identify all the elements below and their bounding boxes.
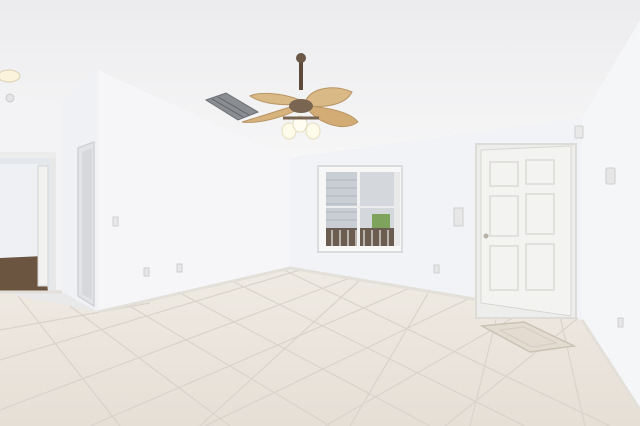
outlet-3	[433, 264, 440, 274]
hallway-door-frame	[0, 152, 56, 158]
outlet-4	[617, 317, 624, 328]
hallway-door	[37, 165, 49, 287]
ceiling-light	[0, 69, 21, 83]
room-photo	[0, 0, 640, 426]
window-sash	[326, 206, 394, 208]
window	[317, 165, 403, 253]
hallway-wall	[0, 164, 38, 260]
switch-plate	[453, 207, 464, 227]
hallway-frame-right	[50, 158, 56, 292]
ceiling-sensor	[5, 93, 15, 103]
closet-interior	[82, 148, 92, 300]
light-switch	[112, 216, 119, 227]
entry-door	[475, 143, 577, 319]
outlet	[143, 267, 150, 277]
window-mullion	[357, 172, 360, 246]
smoke-detector	[574, 125, 584, 139]
window-foliage	[372, 214, 390, 230]
thermostat	[605, 167, 616, 185]
door-knob	[483, 233, 489, 239]
outlet-2	[176, 263, 183, 273]
